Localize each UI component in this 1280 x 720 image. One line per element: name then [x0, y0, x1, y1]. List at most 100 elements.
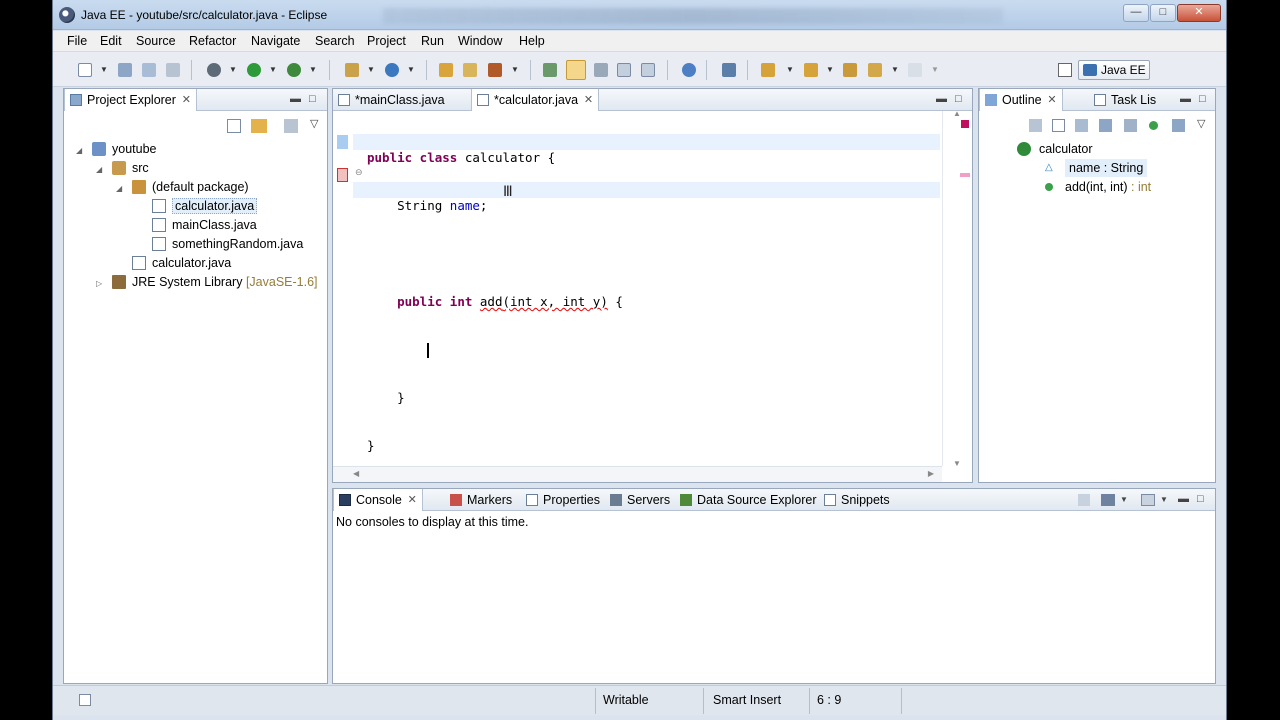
web-browser-icon[interactable]: [682, 63, 696, 77]
tree-item-jre-library[interactable]: JRE System Library [JavaSE-1.6]: [112, 273, 318, 291]
hide-static-icon[interactable]: [1099, 119, 1112, 132]
open-console-dropdown-icon[interactable]: ▼: [1160, 495, 1168, 504]
save-all-icon[interactable]: [142, 63, 156, 77]
tab-mainclass-java[interactable]: *mainClass.java: [333, 89, 459, 111]
hide-fields-icon[interactable]: [1029, 119, 1042, 132]
scroll-left-icon[interactable]: ◀: [353, 469, 359, 478]
view-menu-icon[interactable]: ▽: [1197, 117, 1205, 130]
debug-icon[interactable]: [207, 63, 221, 77]
open-console-icon[interactable]: [1141, 494, 1155, 506]
minimize-view-icon[interactable]: ▬: [1180, 93, 1191, 105]
menu-help[interactable]: Help: [519, 34, 545, 48]
minimize-view-icon[interactable]: ▬: [1178, 493, 1189, 505]
open-type-icon[interactable]: [439, 63, 453, 77]
menu-edit[interactable]: Edit: [100, 34, 122, 48]
display-console-icon[interactable]: [1101, 494, 1115, 506]
tree-item-somethingrandom-java[interactable]: somethingRandom.java: [152, 235, 303, 253]
ant-icon[interactable]: [722, 63, 736, 77]
focus-icon[interactable]: [1172, 119, 1185, 132]
maximize-view-icon[interactable]: □: [1197, 493, 1204, 505]
tab-data-source-explorer[interactable]: Data Source Explorer: [675, 489, 823, 511]
minimize-button[interactable]: —: [1123, 4, 1149, 22]
toggle-highlight-icon[interactable]: [594, 63, 608, 77]
filter-icon[interactable]: [284, 119, 298, 133]
mark-occurrences-icon[interactable]: [566, 60, 586, 80]
collapse-arrow-icon[interactable]: ◢: [116, 184, 122, 193]
overview-ruler[interactable]: ▲ ▼: [942, 109, 972, 468]
new-class-dropdown-icon[interactable]: ▼: [407, 65, 415, 74]
eclipse-app-icon[interactable]: [59, 7, 75, 23]
tab-properties[interactable]: Properties: [521, 489, 606, 511]
menu-search[interactable]: Search: [315, 34, 355, 48]
display-console-dropdown-icon[interactable]: ▼: [1120, 495, 1128, 504]
minimize-view-icon[interactable]: ▬: [290, 93, 301, 105]
hide-local-types-icon[interactable]: [1149, 121, 1158, 130]
error-overview-mark[interactable]: [960, 173, 970, 177]
pin-console-icon[interactable]: [1078, 494, 1090, 506]
tree-item-project[interactable]: youtube: [92, 140, 156, 158]
collapse-arrow-icon[interactable]: ◢: [76, 146, 82, 155]
maximize-editor-icon[interactable]: □: [955, 93, 962, 105]
external-tools-dropdown-icon[interactable]: ▼: [309, 65, 317, 74]
menu-source[interactable]: Source: [136, 34, 176, 48]
scroll-up-icon[interactable]: ▲: [953, 109, 961, 118]
tab-project-explorer[interactable]: Project Explorer ✕: [64, 89, 197, 111]
tree-item-calculator-java[interactable]: calculator.java: [152, 197, 258, 215]
close-window-button[interactable]: ✕: [1177, 4, 1221, 22]
search-dropdown-icon[interactable]: ▼: [511, 65, 519, 74]
minimize-editor-icon[interactable]: ▬: [936, 93, 947, 105]
expand-arrow-icon[interactable]: ▷: [96, 279, 102, 288]
forward-icon[interactable]: [908, 63, 922, 77]
new-icon[interactable]: [78, 63, 92, 77]
close-icon[interactable]: ✕: [1047, 89, 1056, 111]
block-selection-icon[interactable]: [617, 63, 631, 77]
next-annotation-dropdown-icon[interactable]: ▼: [786, 65, 794, 74]
open-resource-icon[interactable]: [463, 63, 477, 77]
perspective-java-ee-button[interactable]: Java EE: [1078, 60, 1150, 80]
last-edit-location-icon[interactable]: [843, 63, 857, 77]
scroll-down-icon[interactable]: ▼: [953, 459, 961, 468]
sort-icon[interactable]: [1075, 119, 1088, 132]
tab-console[interactable]: Console ✕: [333, 489, 423, 511]
new-dropdown-icon[interactable]: ▼: [100, 65, 108, 74]
open-perspective-icon[interactable]: [1058, 63, 1072, 77]
tab-calculator-java[interactable]: *calculator.java ✕: [471, 89, 600, 111]
outline-class[interactable]: calculator: [1017, 140, 1093, 158]
menu-navigate[interactable]: Navigate: [251, 34, 300, 48]
external-tools-icon[interactable]: [287, 63, 301, 77]
outline-method[interactable]: add(int, int) : int: [1045, 178, 1151, 196]
maximize-button[interactable]: □: [1150, 4, 1176, 22]
view-menu-icon[interactable]: ▽: [310, 117, 318, 130]
run-icon[interactable]: [247, 63, 261, 77]
print-icon[interactable]: [166, 63, 180, 77]
menu-project[interactable]: Project: [367, 34, 406, 48]
close-icon[interactable]: ✕: [182, 89, 191, 111]
tab-task-list[interactable]: Task Lis: [1089, 89, 1162, 111]
tab-outline[interactable]: Outline ✕: [979, 89, 1063, 111]
collapse-arrow-icon[interactable]: ◢: [96, 165, 102, 174]
debug-dropdown-icon[interactable]: ▼: [229, 65, 237, 74]
search-tool-icon[interactable]: [488, 63, 502, 77]
tab-servers[interactable]: Servers: [605, 489, 676, 511]
show-whitespace-icon[interactable]: [641, 63, 655, 77]
hide-nonpublic-icon[interactable]: [1124, 119, 1137, 132]
tab-markers[interactable]: Markers: [445, 489, 518, 511]
back-icon[interactable]: [868, 63, 882, 77]
new-server-dropdown-icon[interactable]: ▼: [367, 65, 375, 74]
code-editor[interactable]: ⊖ public class calculator { String name;…: [333, 109, 972, 482]
menu-file[interactable]: File: [67, 34, 87, 48]
next-annotation-icon[interactable]: [761, 63, 775, 77]
collapse-all-icon[interactable]: [227, 119, 241, 133]
link-with-editor-icon[interactable]: [251, 119, 267, 133]
collapse-all-icon[interactable]: [1052, 119, 1065, 132]
back-dropdown-icon[interactable]: ▼: [891, 65, 899, 74]
new-server-icon[interactable]: [345, 63, 359, 77]
new-java-class-icon[interactable]: [385, 63, 399, 77]
horizontal-scrollbar[interactable]: ◀ ▶: [333, 466, 942, 482]
maximize-view-icon[interactable]: □: [309, 93, 316, 105]
tab-snippets[interactable]: Snippets: [819, 489, 896, 511]
fold-toggle-icon[interactable]: ⊖: [355, 167, 363, 178]
forward-dropdown-icon[interactable]: ▼: [931, 65, 939, 74]
close-icon[interactable]: ✕: [584, 89, 593, 111]
maximize-view-icon[interactable]: □: [1199, 93, 1206, 105]
